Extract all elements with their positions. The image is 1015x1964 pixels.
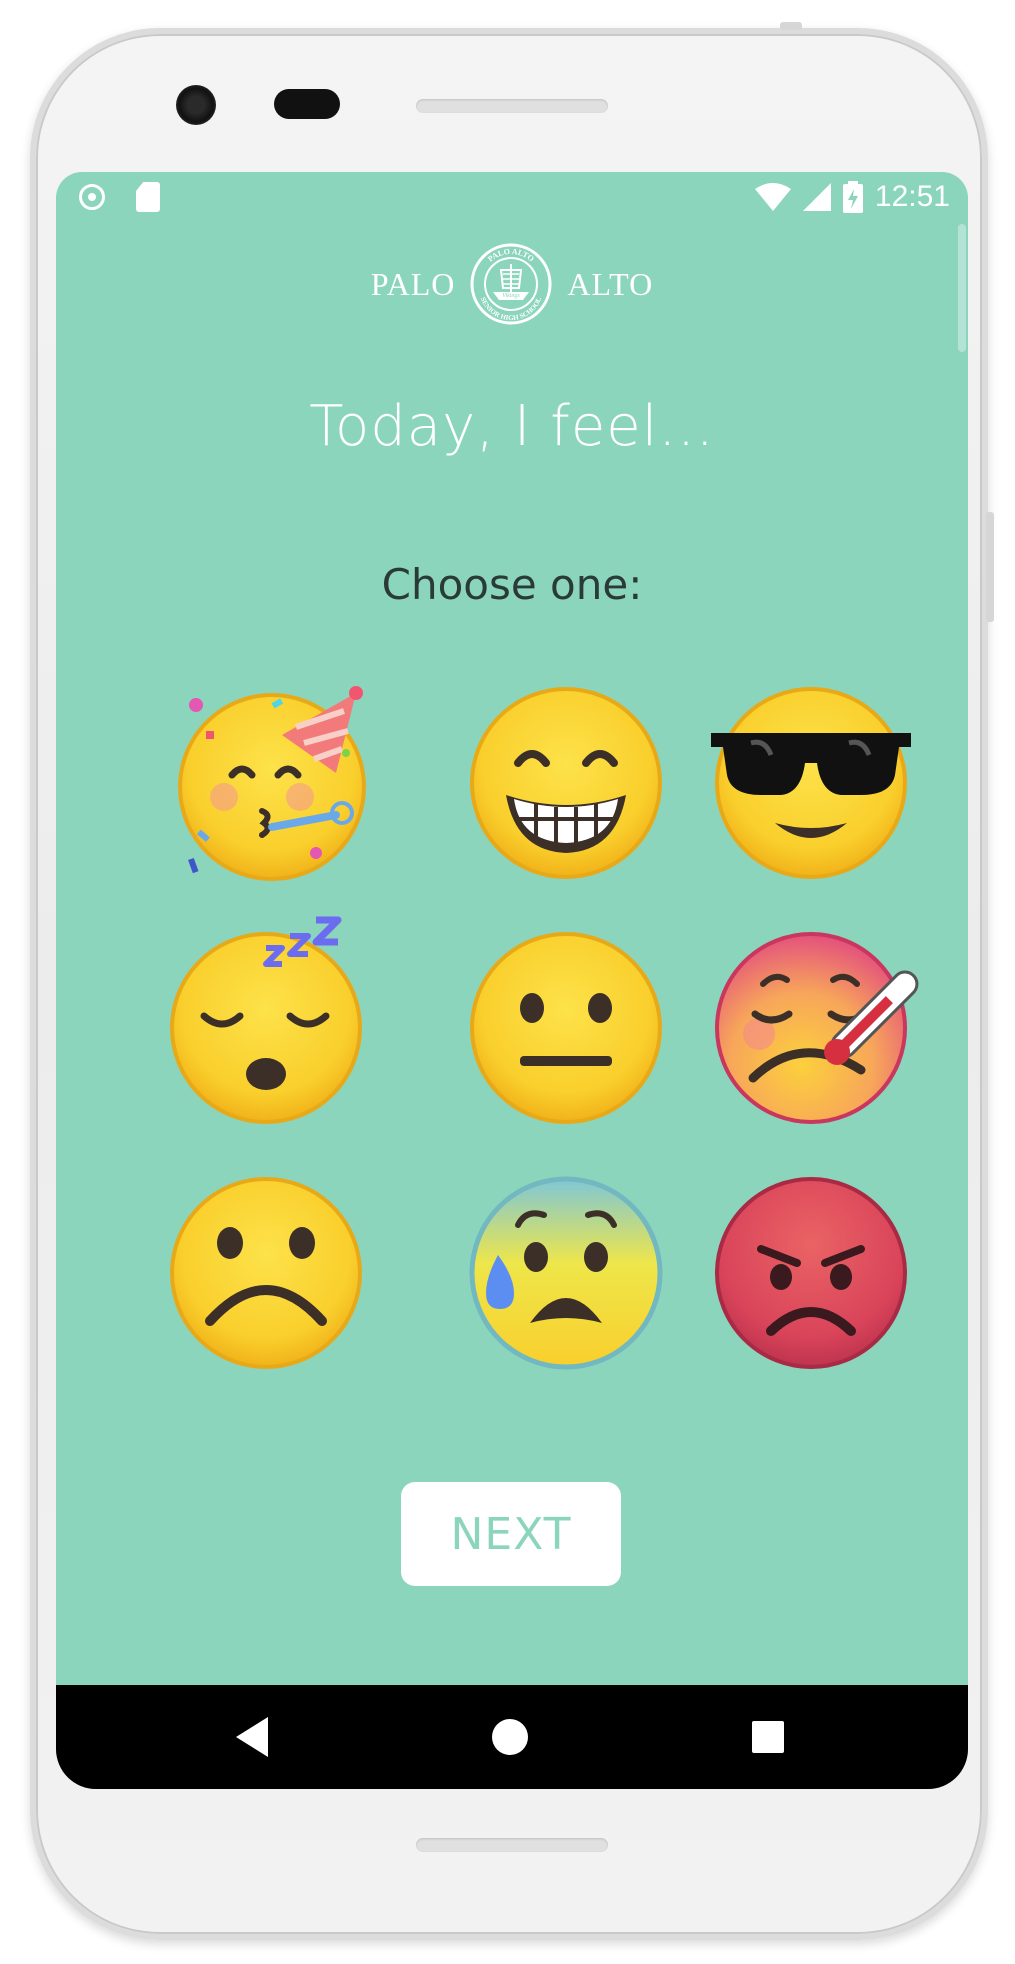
thermometer-face-icon [715,932,919,1124]
grinning-face-icon [470,687,662,879]
partying-face-emoji[interactable] [176,683,376,883]
next-button[interactable]: NEXT [401,1482,621,1586]
frowning-face-icon [170,1177,362,1369]
grinning-face-emoji[interactable] [466,683,666,883]
anxious-sweat-face-icon [469,1176,663,1370]
home-icon[interactable] [492,1719,528,1755]
back-icon[interactable] [236,1717,268,1757]
sunglasses-face-icon [711,687,911,879]
bottom-speaker [416,1838,608,1852]
sleeping-face-icon [170,916,362,1124]
front-camera [176,85,216,125]
partying-face-icon [178,686,366,881]
neutral-face-icon [470,932,662,1124]
sunglasses-face-emoji[interactable] [711,683,911,883]
sick-face-emoji[interactable] [711,928,919,1128]
anxious-face-emoji[interactable] [466,1173,666,1373]
earpiece-speaker [416,99,608,113]
recents-icon[interactable] [752,1721,784,1753]
angry-face-emoji[interactable] [711,1173,911,1373]
proximity-sensor [274,89,340,119]
app-screen: 12:51 PALO PALO ALTO SENIOR HIGH SCHOOL … [56,172,968,1789]
frowning-face-emoji[interactable] [166,1173,366,1373]
android-nav-bar [56,1685,968,1789]
power-button [986,512,994,622]
neutral-face-emoji[interactable] [466,928,666,1128]
pouting-face-icon [715,1177,907,1369]
volume-button [780,22,802,30]
sleeping-face-emoji[interactable] [166,916,366,1128]
